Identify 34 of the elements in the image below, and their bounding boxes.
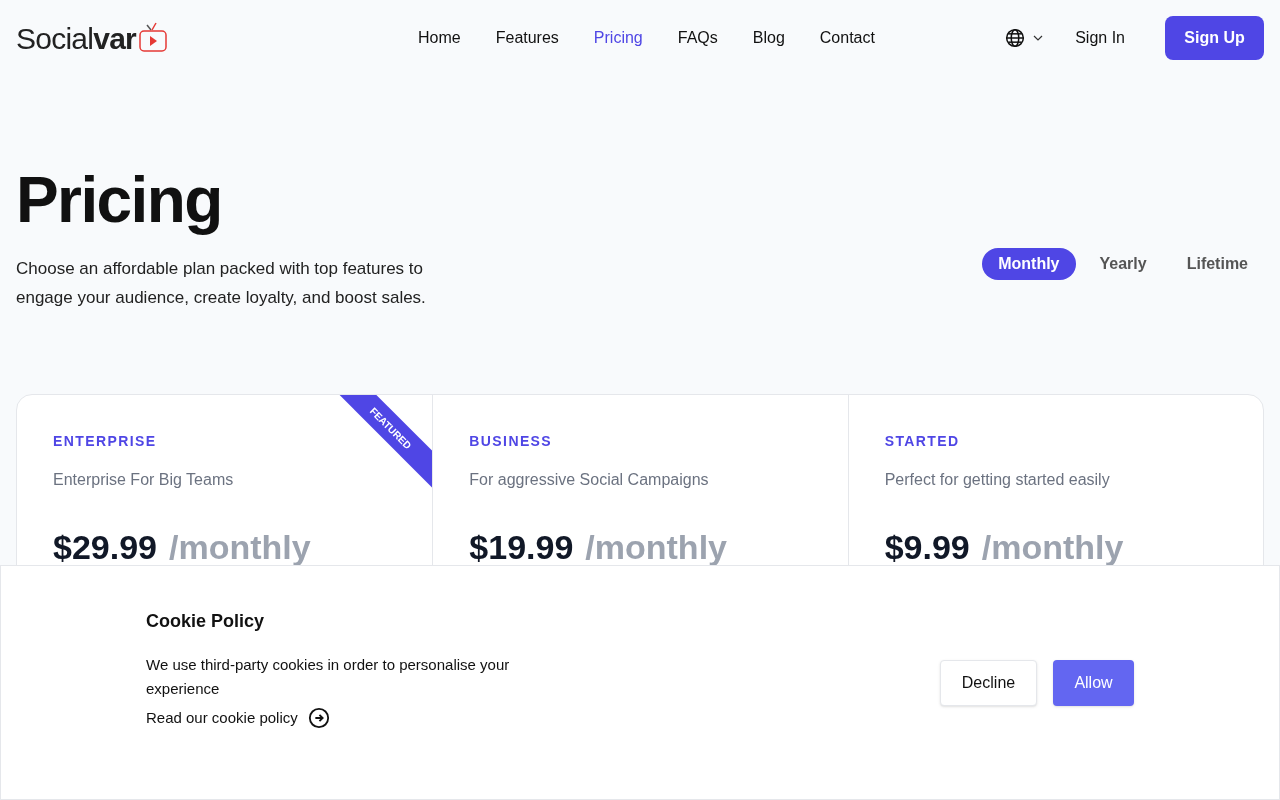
nav-link[interactable]: FAQs — [677, 26, 718, 50]
plan-description: For aggressive Social Campaigns — [469, 470, 710, 490]
billing-tab[interactable]: Monthly — [982, 248, 1076, 280]
sign-up-button[interactable]: Sign Up — [1165, 16, 1264, 60]
plan-period: /monthly — [981, 527, 1124, 568]
sign-in-link[interactable]: Sign In — [1075, 26, 1125, 50]
cookie-text: We use third-party cookies in order to personalise your experience — [146, 655, 511, 699]
cookie-title: Cookie Policy — [146, 610, 266, 633]
logo[interactable]: Socialvar — [16, 15, 168, 61]
arrow-circle-icon — [307, 707, 330, 730]
plan-name: STARTED — [884, 432, 961, 451]
plan-price: $19.99 — [469, 527, 574, 568]
decline-button[interactable]: Decline — [940, 660, 1037, 706]
plan-name: BUSINESS — [469, 432, 554, 451]
billing-tab[interactable]: Yearly — [1083, 248, 1163, 280]
plan-description: Perfect for getting started easily — [884, 470, 1111, 490]
nav-link[interactable]: Pricing — [593, 26, 643, 50]
nav-link[interactable]: Blog — [752, 26, 785, 50]
nav-link[interactable]: Features — [495, 26, 559, 50]
tv-icon — [138, 22, 168, 54]
allow-button[interactable]: Allow — [1053, 660, 1134, 706]
page-subtitle: Choose an affordable plan packed with top features to engage your audience, create loyalty, and boost sales. — [16, 258, 427, 309]
cookie-policy-link[interactable]: Read our cookie policy — [146, 707, 576, 730]
plan-period: /monthly — [169, 527, 311, 568]
chevron-down-icon — [1033, 35, 1044, 41]
plan-period: /monthly — [585, 527, 727, 568]
nav-link[interactable]: Contact — [819, 26, 875, 50]
language-selector[interactable] — [1005, 28, 1044, 48]
globe-icon — [1005, 28, 1026, 48]
plan-price: $29.99 — [53, 527, 157, 568]
plan-price: $9.99 — [884, 527, 970, 568]
billing-tab[interactable]: Lifetime — [1170, 248, 1264, 280]
plan-description: Enterprise For Big Teams — [53, 470, 235, 490]
nav-link[interactable]: Home — [418, 26, 461, 50]
